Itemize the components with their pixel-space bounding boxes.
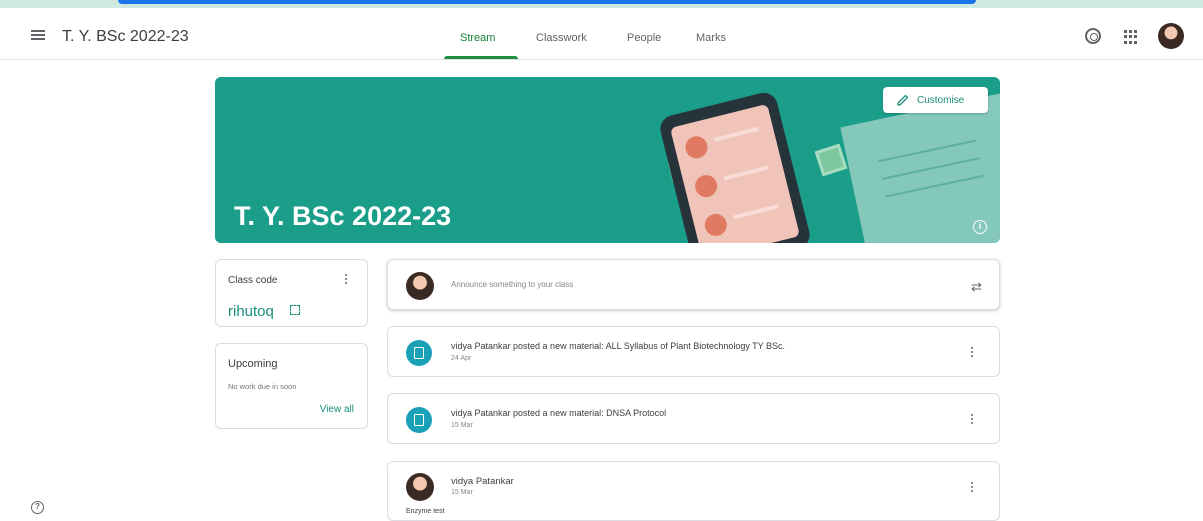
class-code-value: rihutoq (228, 303, 274, 320)
material-icon (406, 407, 432, 433)
class-code-card: Class code rihutoq (215, 259, 368, 327)
top-bar: T. Y. BSc 2022-23 Stream Classwork Peopl… (0, 8, 1203, 60)
top-accent-bar (0, 0, 1203, 8)
post-date: 15 Mar (451, 422, 473, 429)
repost-icon[interactable]: ⇄ (971, 279, 982, 295)
more-options-icon[interactable] (970, 482, 974, 494)
active-tab-indicator (444, 56, 518, 59)
banner-phone-illustration (657, 89, 813, 243)
apps-icon[interactable] (1124, 30, 1138, 44)
user-avatar (406, 272, 434, 300)
class-banner: T. Y. BSc 2022-23 Customise i (215, 77, 1000, 243)
view-all-link[interactable]: View all (320, 404, 354, 415)
class-title[interactable]: T. Y. BSc 2022-23 (62, 28, 189, 46)
material-icon (406, 340, 432, 366)
announce-placeholder[interactable]: Announce something to your class (451, 280, 573, 289)
upcoming-empty-text: No work due in soon (228, 382, 297, 391)
upcoming-card: Upcoming No work due in soon View all (215, 343, 368, 429)
post-date: 24 Apr (451, 355, 472, 362)
account-avatar[interactable] (1158, 23, 1184, 49)
banner-image-illustration (814, 143, 848, 177)
material-post[interactable]: vidya Patankar posted a new material: AL… (387, 326, 1000, 377)
more-options-icon[interactable] (970, 414, 974, 426)
post-date: 15 Mar (451, 489, 473, 496)
pencil-icon (897, 94, 909, 106)
class-code-label: Class code (228, 275, 278, 286)
tab-stream[interactable]: Stream (460, 32, 495, 44)
post-body: Enzyme test (406, 508, 445, 515)
post-title[interactable]: vidya Patankar posted a new material: AL… (451, 341, 785, 351)
tab-marks[interactable]: Marks (696, 32, 726, 44)
help-icon[interactable]: ? (31, 501, 44, 514)
menu-icon[interactable] (31, 30, 45, 40)
tab-classwork[interactable]: Classwork (536, 32, 587, 44)
material-post[interactable]: vidya Patankar posted a new material: DN… (387, 393, 1000, 444)
announce-box[interactable]: Announce something to your class ⇄ (387, 259, 1000, 310)
fullscreen-icon[interactable] (290, 305, 300, 315)
more-options-icon[interactable] (344, 274, 348, 286)
announcement-post[interactable]: vidya Patankar 15 Mar Enzyme test (387, 461, 1000, 521)
info-icon[interactable]: i (973, 220, 987, 234)
loading-bar (118, 0, 976, 4)
post-title[interactable]: vidya Patankar posted a new material: DN… (451, 408, 666, 418)
author-avatar (406, 473, 434, 501)
settings-icon[interactable] (1085, 28, 1101, 44)
more-options-icon[interactable] (970, 347, 974, 359)
tab-people[interactable]: People (627, 32, 661, 44)
banner-title: T. Y. BSc 2022-23 (234, 201, 452, 231)
upcoming-title: Upcoming (228, 358, 278, 370)
post-author: vidya Patankar (451, 476, 514, 487)
